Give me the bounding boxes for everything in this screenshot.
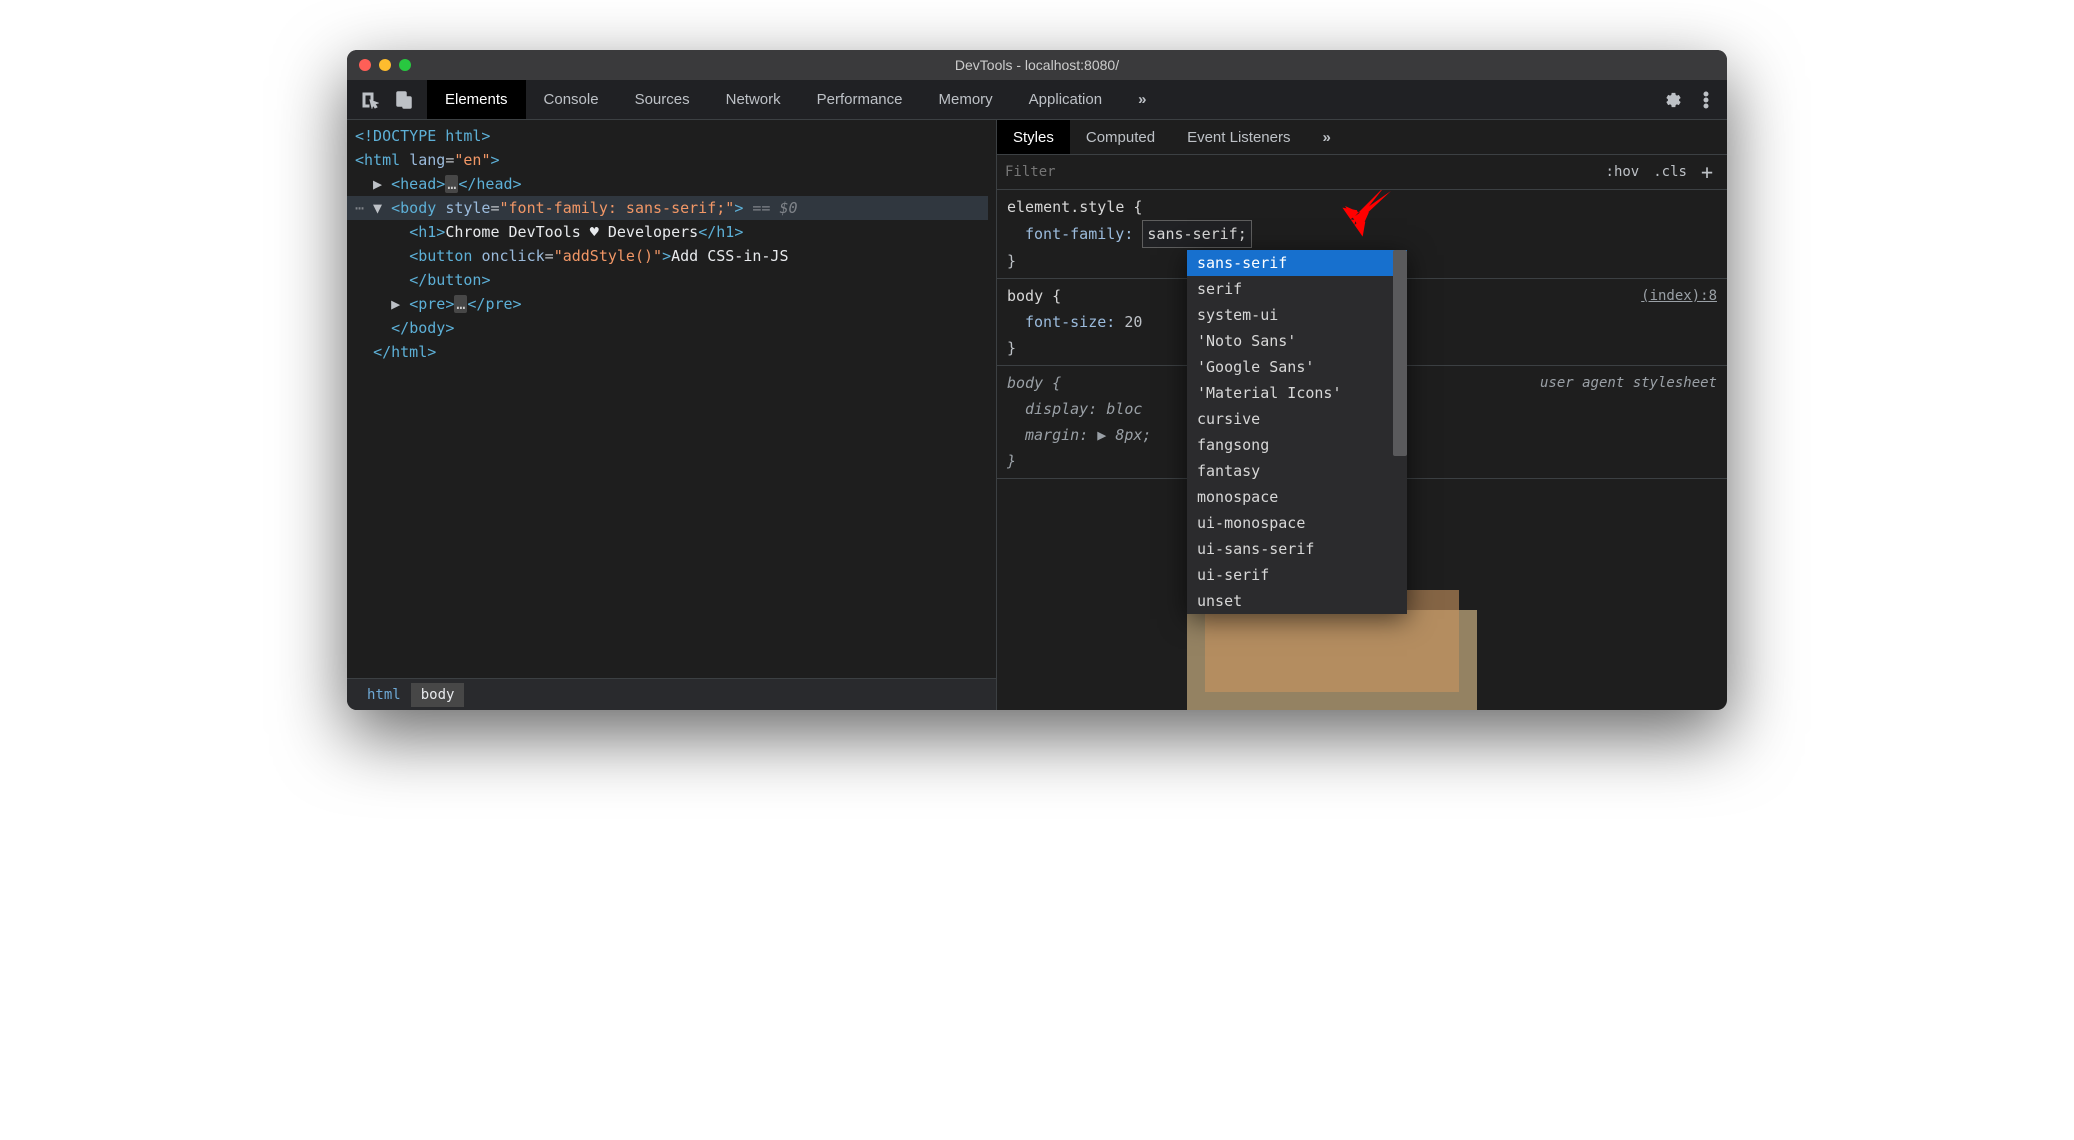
body-tag[interactable]: body [400,199,436,217]
dropdown-scrollbar[interactable] [1393,250,1407,614]
breadcrumb-html[interactable]: html [357,683,411,707]
elements-panel: <!DOCTYPE html> <html lang="en"> ▶ <head… [347,120,997,710]
head-tag[interactable]: head [400,175,436,193]
stab-event-listeners[interactable]: Event Listeners [1171,120,1306,154]
autocomplete-option[interactable]: 'Material Icons' [1187,380,1407,406]
traffic-lights [359,59,411,71]
tab-network[interactable]: Network [708,80,799,119]
main-split: <!DOCTYPE html> <html lang="en"> ▶ <head… [347,120,1727,710]
inspect-icon[interactable] [361,91,379,109]
tab-elements[interactable]: Elements [427,80,526,119]
cls-toggle[interactable]: .cls [1647,162,1693,182]
gear-icon[interactable] [1663,91,1681,109]
autocomplete-option[interactable]: serif [1187,276,1407,302]
breadcrumb-body[interactable]: body [411,683,465,707]
autocomplete-option[interactable]: system-ui [1187,302,1407,328]
autocomplete-dropdown[interactable]: sans-serif serif system-ui 'Noto Sans' '… [1187,250,1407,614]
main-toolbar: Elements Console Sources Network Perform… [347,80,1727,120]
html-tag[interactable]: html [364,151,400,169]
font-family-value-input[interactable]: sans-serif; [1142,220,1251,248]
window-title: DevTools - localhost:8080/ [347,57,1727,73]
tab-memory[interactable]: Memory [921,80,1011,119]
autocomplete-option[interactable]: monospace [1187,484,1407,510]
autocomplete-option[interactable]: fangsong [1187,432,1407,458]
maximize-icon[interactable] [399,59,411,71]
new-style-rule-icon[interactable]: + [1695,158,1719,186]
ua-label: user agent stylesheet [1540,370,1717,396]
styles-panel: Styles Computed Event Listeners » :hov .… [997,120,1727,710]
autocomplete-option[interactable]: sans-serif [1187,250,1407,276]
tabs-overflow-icon[interactable]: » [1120,80,1164,119]
autocomplete-option[interactable]: unset [1187,588,1407,614]
titlebar: DevTools - localhost:8080/ [347,50,1727,80]
attr-lang: lang [409,151,445,169]
source-link[interactable]: (index):8 [1641,283,1717,309]
stab-styles[interactable]: Styles [997,120,1070,154]
tab-sources[interactable]: Sources [617,80,708,119]
panel-tabs: Elements Console Sources Network Perform… [427,80,1164,119]
close-icon[interactable] [359,59,371,71]
styles-filter-row: :hov .cls + [997,155,1727,190]
tab-application[interactable]: Application [1011,80,1120,119]
autocomplete-option[interactable]: ui-monospace [1187,510,1407,536]
styles-filter-input[interactable] [1005,164,1600,180]
hov-toggle[interactable]: :hov [1600,162,1646,182]
styles-tabs: Styles Computed Event Listeners » [997,120,1727,155]
doctype[interactable]: <!DOCTYPE html> [355,127,490,145]
tab-performance[interactable]: Performance [799,80,921,119]
style-rules: element.style { font-family: sans-serif;… [997,190,1727,710]
autocomplete-option[interactable]: 'Noto Sans' [1187,328,1407,354]
styles-tabs-overflow-icon[interactable]: » [1306,120,1346,154]
tab-console[interactable]: Console [526,80,617,119]
dom-tree[interactable]: <!DOCTYPE html> <html lang="en"> ▶ <head… [347,120,996,678]
autocomplete-option[interactable]: 'Google Sans' [1187,354,1407,380]
devtools-window: DevTools - localhost:8080/ Elements Cons… [347,50,1727,710]
kebab-menu-icon[interactable] [1703,91,1709,109]
breadcrumb: html body [347,678,996,710]
device-toggle-icon[interactable] [395,91,413,109]
autocomplete-option[interactable]: ui-sans-serif [1187,536,1407,562]
selected-node[interactable]: ⋯ ▼ <body style="font-family: sans-serif… [347,196,988,220]
minimize-icon[interactable] [379,59,391,71]
autocomplete-option[interactable]: ui-serif [1187,562,1407,588]
autocomplete-option[interactable]: fantasy [1187,458,1407,484]
stab-computed[interactable]: Computed [1070,120,1171,154]
autocomplete-option[interactable]: cursive [1187,406,1407,432]
